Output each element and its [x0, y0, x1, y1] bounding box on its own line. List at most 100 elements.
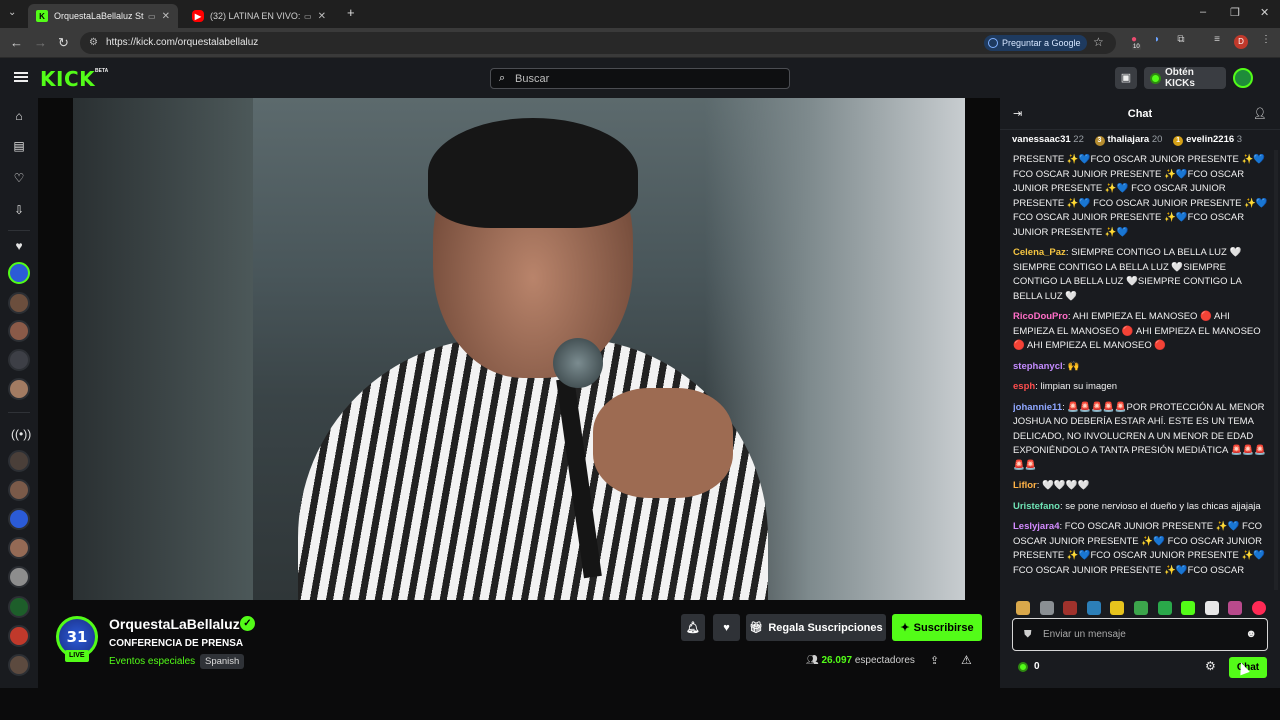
category-link[interactable]: Eventos especiales: [109, 656, 195, 667]
emote-icon[interactable]: [1110, 601, 1125, 615]
close-tab-icon[interactable]: ✕: [162, 11, 170, 22]
bookmark-star-icon[interactable]: ☆: [1093, 35, 1104, 49]
stream-info-bar: 31 LIVE OrquestaLaBellaluz ✓ CONFERENCIA…: [38, 600, 1000, 688]
close-tab-icon[interactable]: ✕: [318, 11, 326, 22]
video-player[interactable]: [38, 98, 1000, 600]
forward-icon[interactable]: →: [34, 35, 47, 50]
new-tab-button[interactable]: +: [347, 5, 355, 20]
emote-icon[interactable]: [1228, 601, 1243, 615]
leaderboard-user[interactable]: evelin2216: [1186, 134, 1234, 145]
kicks-coin-icon: [1150, 72, 1161, 84]
user-avatar[interactable]: [1233, 68, 1253, 88]
chat-message-text: 🙌: [1067, 360, 1080, 372]
inbox-icon[interactable]: ▣: [1115, 67, 1137, 89]
kicks-balance[interactable]: 0: [1018, 661, 1040, 672]
media-icon[interactable]: ▭: [304, 12, 312, 21]
sparkle-icon: ✦: [900, 622, 910, 634]
report-warning-icon[interactable]: ⚠: [961, 653, 972, 667]
reload-icon[interactable]: ↻: [58, 35, 69, 51]
chat-input-box[interactable]: ⛊ ☻: [1012, 618, 1268, 651]
chat-scrollbar[interactable]: [1274, 150, 1278, 590]
hamburger-menu-icon[interactable]: [14, 72, 28, 82]
site-info-icon[interactable]: ⚙: [89, 37, 98, 48]
emote-icon[interactable]: [1157, 601, 1172, 615]
followed-channel-avatar[interactable]: [8, 262, 30, 284]
chat-username[interactable]: Liflor: [1013, 480, 1037, 491]
get-kicks-button[interactable]: Obtén KICKs: [1144, 67, 1226, 89]
share-icon[interactable]: ⇪: [930, 654, 939, 667]
browse-icon[interactable]: ▤: [11, 138, 27, 154]
recommended-channel-avatar[interactable]: [8, 566, 30, 588]
profile-avatar[interactable]: D: [1234, 35, 1248, 49]
followed-channel-avatar[interactable]: [8, 378, 30, 400]
chat-leaderboard[interactable]: vanessaac31 22 3 thaliajara 20 1 evelin221…: [1012, 134, 1274, 150]
tab-kick[interactable]: K OrquestaLaBellaluz Stream ▭ ✕: [28, 4, 178, 28]
chat-username[interactable]: Uristefano: [1013, 501, 1060, 512]
leaderboard-user[interactable]: vanessaac31: [1012, 134, 1071, 145]
media-icon[interactable]: ▭: [148, 12, 156, 21]
chat-message: esph: limpian su imagen: [1013, 381, 1118, 392]
leaderboard-points: 3: [1236, 134, 1243, 145]
emote-icon[interactable]: [1133, 601, 1148, 615]
chat-username[interactable]: Leslyjara4: [1013, 521, 1059, 532]
gift-subs-button[interactable]: 🎁︎ Regala Suscripciones: [746, 614, 886, 641]
followed-channel-avatar[interactable]: [8, 292, 30, 314]
ask-google-button[interactable]: Preguntar a Google: [984, 35, 1087, 51]
rank-medal-icon: 3: [1094, 136, 1105, 146]
recommended-channel-avatar[interactable]: [8, 625, 30, 647]
chat-username[interactable]: RicoDouPro: [1013, 311, 1068, 322]
chat-message-input[interactable]: [1043, 627, 1243, 642]
language-tag[interactable]: Spanish: [200, 654, 245, 669]
gift-subs-label: Regala Suscripciones: [768, 621, 883, 634]
emote-icon[interactable]: [1251, 601, 1266, 615]
leaderboard-user[interactable]: thaliajara: [1108, 134, 1150, 145]
chat-username[interactable]: esph: [1013, 381, 1035, 392]
address-bar[interactable]: ⚙ https://kick.com/orquestalabellaluz Pr…: [80, 32, 1116, 54]
url-text[interactable]: https://kick.com/orquestalabellaluz: [106, 37, 258, 48]
chat-username[interactable]: johannie11: [1013, 402, 1062, 413]
emote-icon[interactable]: [1016, 601, 1030, 615]
following-heart-icon[interactable]: ♡: [11, 170, 27, 186]
followed-channel-avatar[interactable]: [8, 349, 30, 371]
recommended-channel-avatar[interactable]: [8, 450, 30, 472]
follow-heart-button[interactable]: ♥: [713, 614, 740, 641]
maximize-icon[interactable]: ❐: [1230, 6, 1240, 19]
emote-icon[interactable]: [1063, 601, 1078, 615]
home-icon[interactable]: ⌂: [11, 108, 27, 124]
menu-dots-icon[interactable]: ⋮: [1259, 34, 1273, 48]
chat-username[interactable]: Celena_Paz: [1013, 247, 1066, 258]
emote-icon[interactable]: [1039, 601, 1054, 615]
kick-logo[interactable]: KICK: [40, 67, 95, 91]
close-window-icon[interactable]: ✕: [1260, 6, 1269, 19]
tab-search-icon[interactable]: ⌄: [8, 7, 16, 18]
reading-list-icon[interactable]: ≡: [1210, 34, 1224, 48]
emote-icon[interactable]: [1204, 601, 1219, 615]
notifications-bell-button[interactable]: 🔔︎: [681, 614, 705, 641]
browser-tab-bar: ⌄ K OrquestaLaBellaluz Stream ▭ ✕ ▶ (32)…: [0, 0, 1280, 28]
search-input[interactable]: [515, 71, 775, 86]
minimize-icon[interactable]: –: [1200, 6, 1206, 18]
chat-users-icon[interactable]: 👤︎: [1253, 107, 1267, 120]
google-lens-icon: [988, 38, 998, 48]
video-frame[interactable]: [73, 98, 965, 600]
recommended-channel-avatar[interactable]: [8, 508, 30, 530]
emoji-picker-icon[interactable]: ☻: [1245, 628, 1257, 640]
chat-panel: ⇥ Chat 👤︎ vanessaac31 22 3 thaliajara 20 …: [1000, 98, 1280, 688]
followed-channel-avatar[interactable]: [8, 320, 30, 342]
puzzle-extensions-icon[interactable]: ⧉: [1174, 34, 1188, 48]
back-icon[interactable]: ←: [10, 35, 23, 50]
clips-icon[interactable]: ⇩: [11, 202, 27, 218]
recommended-channel-avatar[interactable]: [8, 596, 30, 618]
subscribe-button[interactable]: ✦ Suscribirse: [892, 614, 982, 641]
streamer-name[interactable]: OrquestaLaBellaluz: [109, 616, 240, 632]
translate-icon[interactable]: ◗: [1150, 34, 1164, 48]
recommended-channel-avatar[interactable]: [8, 479, 30, 501]
recommended-channel-avatar[interactable]: [8, 654, 30, 676]
recommended-channel-avatar[interactable]: [8, 537, 30, 559]
chat-settings-gear-icon[interactable]: ⚙: [1205, 659, 1216, 673]
search-box[interactable]: ⌕: [490, 68, 790, 89]
emote-icon[interactable]: [1181, 601, 1196, 615]
chat-username[interactable]: stephanycl: [1013, 361, 1063, 372]
emote-icon[interactable]: [1086, 601, 1101, 615]
tab-youtube[interactable]: ▶ (32) LATINA EN VIVO: NOTI ▭ ✕: [184, 4, 334, 28]
